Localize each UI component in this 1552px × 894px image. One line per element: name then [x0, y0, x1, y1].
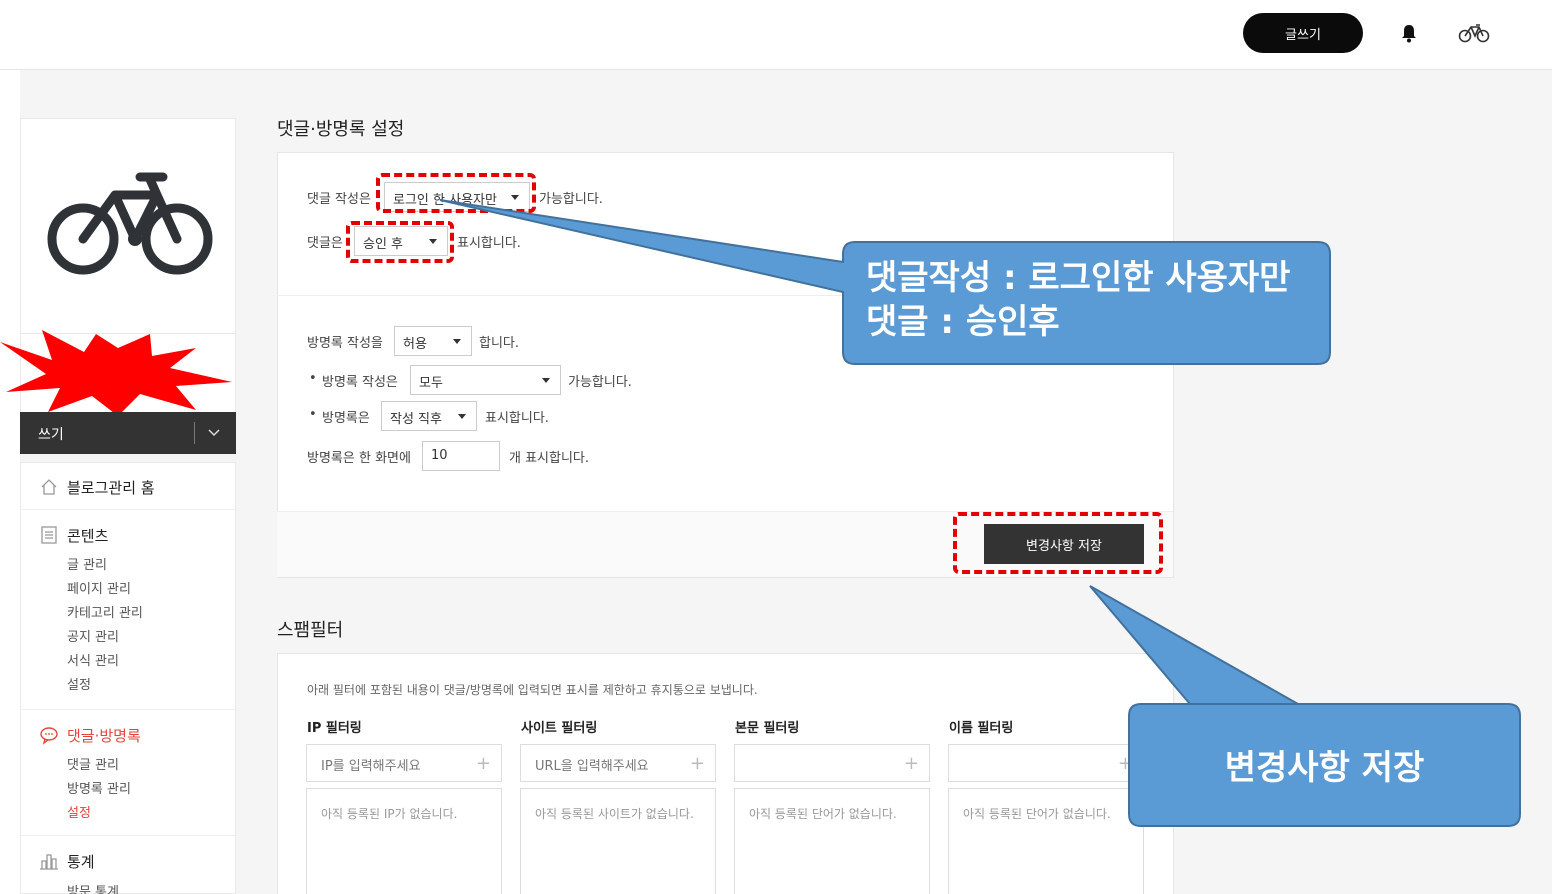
dropdown-arrow-icon	[453, 339, 461, 344]
sidebar-item-post-manage[interactable]: 글 관리	[67, 554, 107, 573]
sidebar-menu: 블로그관리 홈 콘텐츠 글 관리 페이지 관리 카테고리 관리 공지 관리 서식…	[20, 462, 237, 894]
section-title-comment-settings: 댓글·방명록 설정	[277, 119, 405, 140]
write-post-button[interactable]: 글쓰기	[1243, 13, 1363, 53]
sidebar-item-notice-manage[interactable]: 공지 관리	[67, 626, 119, 645]
sidebar-item-visit-stats[interactable]: 방문 통계	[67, 881, 119, 894]
body-filter-list: 아직 등록된 단어가 없습니다.	[734, 788, 930, 894]
comment-write-suffix: 가능합니다.	[539, 192, 603, 207]
sidebar-item-comment-settings[interactable]: 설정	[67, 802, 91, 821]
section-title-spam-filter: 스팸필터	[277, 620, 344, 641]
callout-comment-settings: 댓글작성 : 로그인한 사용자만 댓글 : 승인후	[866, 256, 1290, 344]
plus-icon[interactable]: +	[476, 753, 491, 774]
sidebar-item-comment-manage[interactable]: 댓글 관리	[67, 754, 119, 773]
sidebar-item-contents[interactable]: 콘텐츠	[67, 525, 108, 546]
guestbook-write-select[interactable]: 허용	[394, 326, 472, 356]
body-filter-input[interactable]: +	[734, 744, 930, 782]
plus-icon[interactable]: +	[904, 753, 919, 774]
ip-filter-label: IP 필터링	[307, 721, 362, 736]
callout-line-2: 댓글 : 승인후	[866, 302, 1060, 342]
name-filter-input[interactable]: +	[948, 744, 1144, 782]
stats-icon	[40, 854, 58, 870]
comment-icon	[40, 727, 58, 745]
guestbook-who-prefix: 방명록 작성은	[322, 375, 398, 390]
sidebar-item-category-manage[interactable]: 카테고리 관리	[67, 602, 143, 621]
highlight-comment-show	[346, 221, 454, 263]
guestbook-write-value: 허용	[403, 337, 427, 352]
blog-profile-image[interactable]	[20, 118, 236, 334]
ip-filter-empty: 아직 등록된 IP가 없습니다.	[321, 807, 458, 821]
document-icon	[41, 526, 57, 544]
site-filter-input[interactable]: URL을 입력해주세요 +	[520, 744, 716, 782]
top-bar: 글쓰기	[0, 0, 1552, 70]
highlight-comment-write	[376, 173, 536, 213]
redaction-burst	[0, 330, 232, 416]
site-filter-label: 사이트 필터링	[521, 721, 598, 736]
plus-icon[interactable]: +	[690, 753, 705, 774]
sidebar-item-guestbook-manage[interactable]: 방명록 관리	[67, 778, 131, 797]
site-filter-placeholder: URL을 입력해주세요	[535, 759, 649, 774]
site-filter-list: 아직 등록된 사이트가 없습니다.	[520, 788, 716, 894]
bell-icon[interactable]	[1398, 22, 1420, 44]
guestbook-who-select[interactable]: 모두	[410, 365, 561, 395]
dropdown-arrow-icon	[542, 378, 550, 383]
sidebar-item-page-manage[interactable]: 페이지 관리	[67, 578, 131, 597]
divider	[21, 709, 237, 710]
body-filter-empty: 아직 등록된 단어가 없습니다.	[749, 807, 897, 821]
sidebar-section-stats: 통계 방문 통계	[21, 837, 237, 894]
guestbook-show-select[interactable]: 작성 직후	[381, 401, 477, 431]
name-filter-label: 이름 필터링	[949, 721, 1014, 736]
site-filter-empty: 아직 등록된 사이트가 없습니다.	[535, 807, 694, 821]
home-icon	[41, 479, 57, 495]
comment-show-suffix: 표시합니다.	[457, 236, 521, 251]
sidebar-write-button[interactable]: 쓰기	[20, 412, 236, 454]
callout-line-1: 댓글작성 : 로그인한 사용자만	[866, 258, 1291, 298]
guestbook-show-value: 작성 직후	[390, 412, 442, 427]
sidebar-section-comments: 댓글·방명록 댓글 관리 방명록 관리 설정	[21, 711, 237, 837]
bullet: •	[309, 371, 317, 386]
sidebar-item-label: 블로그관리 홈	[67, 479, 155, 497]
ip-filter-list: 아직 등록된 IP가 없습니다.	[306, 788, 502, 894]
name-filter-empty: 아직 등록된 단어가 없습니다.	[963, 807, 1111, 821]
bicycle-icon[interactable]	[1458, 22, 1490, 44]
sidebar-section-contents: 콘텐츠 글 관리 페이지 관리 카테고리 관리 공지 관리 서식 관리 설정	[21, 511, 237, 711]
sidebar-item-home[interactable]: 블로그관리 홈	[21, 463, 237, 511]
guestbook-count-suffix: 개 표시합니다.	[509, 451, 590, 466]
sidebar-write-label: 쓰기	[38, 427, 64, 443]
ip-filter-input[interactable]: IP를 입력해주세요 +	[306, 744, 502, 782]
dropdown-arrow-icon	[458, 414, 466, 419]
guestbook-who-suffix: 가능합니다.	[568, 375, 632, 390]
divider	[21, 509, 237, 510]
chevron-down-icon[interactable]	[206, 426, 222, 440]
guestbook-show-suffix: 표시합니다.	[485, 411, 549, 426]
sidebar-item-template-manage[interactable]: 서식 관리	[67, 650, 119, 669]
highlight-save-button	[953, 512, 1163, 574]
ip-filter-placeholder: IP를 입력해주세요	[321, 759, 421, 774]
bullet: •	[309, 407, 317, 422]
divider	[194, 422, 195, 444]
guestbook-count-input[interactable]: 10	[422, 441, 500, 471]
spam-filter-description: 아래 필터에 포함된 내용이 댓글/방명록에 입력되면 표시를 제한하고 휴지통…	[307, 683, 758, 697]
sidebar-item-stats[interactable]: 통계	[67, 851, 95, 872]
guestbook-write-prefix: 방명록 작성을	[307, 336, 383, 351]
body-filter-label: 본문 필터링	[735, 721, 800, 736]
name-filter-list: 아직 등록된 단어가 없습니다.	[948, 788, 1144, 894]
guestbook-show-prefix: 방명록은	[322, 411, 370, 426]
bicycle-logo-icon	[47, 172, 213, 275]
comment-write-prefix: 댓글 작성은	[307, 192, 371, 207]
sidebar-item-contents-settings[interactable]: 설정	[67, 674, 91, 693]
divider	[21, 835, 237, 836]
guestbook-count-prefix: 방명록은 한 화면에	[307, 451, 411, 466]
guestbook-write-suffix: 합니다.	[479, 336, 520, 351]
callout-save: 변경사항 저장	[1224, 748, 1425, 788]
sidebar-item-comments[interactable]: 댓글·방명록	[67, 725, 141, 746]
guestbook-who-value: 모두	[419, 376, 443, 391]
comment-show-prefix: 댓글은	[307, 236, 343, 251]
